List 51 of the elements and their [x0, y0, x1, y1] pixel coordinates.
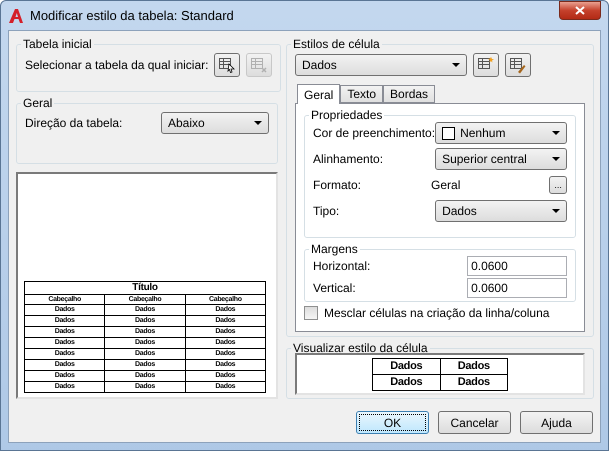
dialog-button[interactable]: OK — [356, 411, 429, 434]
table-cell: Dados — [372, 374, 440, 390]
caret-icon — [452, 63, 460, 67]
table-direction-dropdown[interactable]: Abaixo — [161, 112, 269, 134]
table-delete-icon — [250, 56, 268, 74]
margin-input[interactable]: 0.0600 — [467, 256, 568, 276]
group-title: Margens — [310, 242, 359, 256]
group-title: Tabela inicial — [22, 37, 93, 51]
table-brush-icon — [509, 56, 527, 74]
new-cell-style-button[interactable] — [473, 53, 499, 77]
window-title: Modificar estilo da tabela: Standard — [30, 8, 235, 23]
app-logo-icon — [8, 8, 24, 24]
manage-cell-styles-button[interactable] — [505, 53, 531, 77]
caret-icon — [552, 131, 560, 135]
color-swatch-icon — [442, 126, 456, 140]
field-label: Formato: — [313, 178, 362, 192]
field-label: Vertical: — [313, 281, 357, 295]
fill-color-dropdown[interactable]: Nenhum — [435, 122, 568, 144]
field-dropdown[interactable]: Dados — [435, 200, 568, 222]
table-cell: Dados — [440, 358, 508, 374]
select-table-button[interactable] — [214, 53, 240, 77]
table-direction-label: Direção da tabela: — [25, 116, 124, 130]
table-cell: Dados — [440, 374, 508, 390]
tab[interactable]: Bordas — [383, 85, 436, 103]
table-cell: Dados — [372, 358, 440, 374]
format-value: Geral — [431, 178, 462, 192]
margin-input[interactable]: 0.0600 — [467, 278, 568, 298]
field-label: Alinhamento: — [313, 152, 384, 166]
group-title: Estilos de célula — [292, 37, 381, 51]
dialog-button[interactable]: Ajuda — [520, 411, 593, 434]
caret-icon — [254, 121, 262, 125]
table-title-cell: Título — [24, 282, 266, 294]
select-table-label: Selecionar a tabela da qual iniciar: — [25, 58, 208, 72]
browse-button[interactable]: ... — [549, 176, 568, 194]
group-title: Visualizar estilo da célula — [292, 341, 429, 355]
field-label: Horizontal: — [313, 259, 372, 273]
dialog-button[interactable]: Cancelar — [438, 411, 511, 434]
tab[interactable]: Geral — [297, 84, 340, 104]
group-title: Geral — [22, 96, 54, 110]
cell-style-dropdown[interactable]: Dados — [295, 54, 467, 76]
tab[interactable]: Texto — [340, 85, 384, 103]
caret-icon — [552, 209, 560, 213]
close-icon — [575, 6, 585, 15]
caret-icon — [552, 157, 560, 161]
merge-checkbox[interactable] — [304, 306, 318, 320]
group-title: Propriedades — [310, 108, 384, 122]
field-label: Cor de preenchimento: — [313, 126, 436, 140]
field-label: Tipo: — [313, 204, 340, 218]
merge-label: Mesclar células na criação da linha/coluna — [324, 306, 550, 320]
close-button[interactable] — [559, 1, 601, 20]
field-dropdown[interactable]: Superior central — [435, 148, 568, 170]
